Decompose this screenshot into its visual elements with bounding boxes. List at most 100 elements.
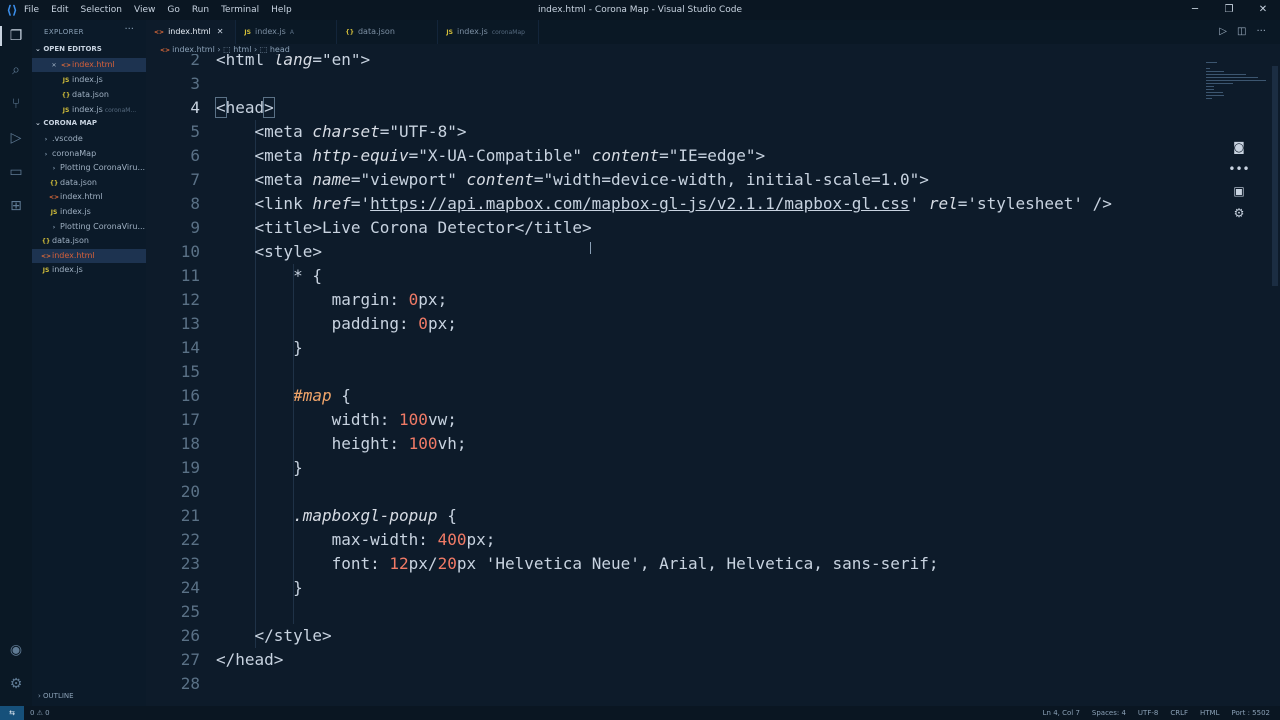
code-line[interactable]: 10 <style> bbox=[146, 240, 1202, 264]
open-editor-item[interactable]: JS index.js bbox=[32, 73, 146, 87]
close-window-icon[interactable]: ✕ bbox=[1246, 0, 1280, 20]
tree-item[interactable]: <>index.html bbox=[32, 248, 146, 263]
menu-edit[interactable]: Edit bbox=[51, 5, 68, 15]
source-control-icon[interactable]: ⑂ bbox=[6, 94, 26, 114]
tree-item[interactable]: › .vscode bbox=[32, 132, 146, 146]
code-line[interactable]: 8 <link href='https://api.mapbox.com/map… bbox=[146, 192, 1202, 216]
code-line[interactable]: 18 height: 100vh; bbox=[146, 432, 1202, 456]
menu-help[interactable]: Help bbox=[271, 5, 292, 15]
minimap-line bbox=[1206, 98, 1213, 99]
outline-header[interactable]: › OUTLINE bbox=[38, 692, 74, 700]
remote-icon[interactable]: ⇆ bbox=[0, 706, 24, 720]
live-server-port[interactable]: Port : 5502 bbox=[1232, 706, 1271, 720]
code-line[interactable]: 12 margin: 0px; bbox=[146, 288, 1202, 312]
image-icon[interactable]: ▣ bbox=[1228, 184, 1250, 206]
html-file-icon: <> bbox=[154, 29, 165, 36]
js-file-icon: JS bbox=[42, 267, 50, 275]
scrollbar-thumb[interactable] bbox=[1272, 66, 1278, 286]
code-line[interactable]: 19 } bbox=[146, 456, 1202, 480]
tree-item[interactable]: JS index.js bbox=[32, 263, 146, 277]
problems-indicator[interactable]: 0 ⚠ 0 bbox=[30, 706, 50, 720]
close-tab-icon[interactable]: ✕ bbox=[217, 27, 224, 36]
indentation[interactable]: Spaces: 4 bbox=[1092, 706, 1126, 720]
tree-item[interactable]: {} data.json bbox=[32, 234, 146, 248]
code-line[interactable]: 7 <meta name="viewport" content="width=d… bbox=[146, 168, 1202, 192]
menu-terminal[interactable]: Terminal bbox=[221, 5, 259, 15]
code-line[interactable]: 17 width: 100vw; bbox=[146, 408, 1202, 432]
line-number: 9 bbox=[190, 218, 200, 237]
menu-view[interactable]: View bbox=[134, 5, 155, 15]
open-editor-item[interactable]: {} data.json bbox=[32, 88, 146, 102]
open-editors-header[interactable]: ⌄ OPEN EDITORS bbox=[35, 45, 102, 53]
settings-gear-icon[interactable]: ⚙ bbox=[6, 674, 26, 694]
code-line[interactable]: 20 bbox=[146, 480, 1202, 504]
breadcrumb-item[interactable]: html bbox=[233, 45, 251, 54]
camera-icon[interactable]: ◙ bbox=[1228, 140, 1250, 162]
tab-data-json[interactable]: {} data.json bbox=[337, 20, 439, 44]
tree-item[interactable]: JS index.js bbox=[32, 205, 146, 219]
language-mode[interactable]: HTML bbox=[1200, 706, 1219, 720]
code-line[interactable]: 28 bbox=[146, 672, 1202, 696]
restore-icon[interactable]: ❐ bbox=[1212, 0, 1246, 20]
vertical-scrollbar[interactable] bbox=[1270, 54, 1280, 706]
open-editor-item[interactable]: JS index.js coronaM... bbox=[32, 103, 146, 117]
code-line[interactable]: 15 bbox=[146, 360, 1202, 384]
open-editor-item[interactable]: ✕ <>index.html bbox=[32, 58, 146, 72]
code-line[interactable]: 5 <meta charset="UTF-8"> bbox=[146, 120, 1202, 144]
code-line[interactable]: 24 } bbox=[146, 576, 1202, 600]
code-line[interactable]: 9 <title>Live Corona Detector</title> bbox=[146, 216, 1202, 240]
tree-item[interactable]: <>index.html bbox=[32, 190, 146, 204]
tab-index-js[interactable]: JS index.js coronaMap bbox=[438, 20, 540, 44]
code-line[interactable]: 13 padding: 0px; bbox=[146, 312, 1202, 336]
encoding[interactable]: UTF-8 bbox=[1138, 706, 1158, 720]
split-editor-icon[interactable]: ◫ bbox=[1237, 26, 1246, 37]
run-debug-icon[interactable]: ▷ bbox=[6, 128, 26, 148]
tree-item[interactable]: › Plotting CoronaViru... bbox=[32, 161, 146, 175]
tree-item[interactable]: › coronaMap bbox=[32, 147, 146, 161]
menu-go[interactable]: Go bbox=[167, 5, 179, 15]
breadcrumb-item[interactable]: head bbox=[270, 45, 290, 54]
menu-file[interactable]: File bbox=[24, 5, 39, 15]
code-line[interactable]: 27 </head> bbox=[146, 648, 1202, 672]
tree-item[interactable]: › Plotting CoronaViru... bbox=[32, 220, 146, 234]
code-line[interactable]: 25 bbox=[146, 600, 1202, 624]
minimize-icon[interactable]: ─ bbox=[1178, 0, 1212, 20]
menu-run[interactable]: Run bbox=[192, 5, 209, 15]
gear-icon[interactable]: ⚙ bbox=[1228, 206, 1250, 228]
code-line[interactable]: 16 #map { bbox=[146, 384, 1202, 408]
code-line[interactable]: 3 bbox=[146, 72, 1202, 96]
line-number: 15 bbox=[180, 362, 200, 381]
tab-index-html[interactable]: <> index.html ✕ bbox=[146, 20, 237, 44]
run-icon[interactable]: ▷ bbox=[1219, 26, 1227, 37]
search-icon[interactable]: ⌕ bbox=[6, 60, 26, 80]
code-line[interactable]: 22 max-width: 400px; bbox=[146, 528, 1202, 552]
cursor-position[interactable]: Ln 4, Col 7 bbox=[1043, 706, 1080, 720]
code-text: } bbox=[216, 338, 303, 357]
menu-selection[interactable]: Selection bbox=[81, 5, 122, 15]
code-text: } bbox=[216, 578, 303, 597]
tab-index-js[interactable]: JS index.js A bbox=[236, 20, 338, 44]
code-line[interactable]: 6 <meta http-equiv="X-UA-Compatible" con… bbox=[146, 144, 1202, 168]
line-ending[interactable]: CRLF bbox=[1170, 706, 1188, 720]
code-line[interactable]: 23 font: 12px/20px 'Helvetica Neue', Ari… bbox=[146, 552, 1202, 576]
tree-item[interactable]: {} data.json bbox=[32, 176, 146, 190]
code-line[interactable]: 2 <html lang="en"> bbox=[146, 54, 1202, 72]
code-line[interactable]: 14 } bbox=[146, 336, 1202, 360]
code-line[interactable]: 11 * { bbox=[146, 264, 1202, 288]
project-header[interactable]: ⌄ CORONA MAP bbox=[35, 119, 97, 127]
more-icon[interactable]: ··· bbox=[1256, 26, 1266, 37]
line-number: 3 bbox=[190, 74, 200, 93]
account-icon[interactable]: ◉ bbox=[6, 640, 26, 660]
breadcrumb-item[interactable]: index.html bbox=[172, 45, 215, 54]
code-editor[interactable]: 2 <html lang="en"> 3 4 <head> 5 <meta charset… bbox=[146, 54, 1202, 706]
code-line[interactable]: 21 .mapboxgl-popup { bbox=[146, 504, 1202, 528]
extensions-icon[interactable]: ⊞ bbox=[6, 196, 26, 216]
ellipsis-icon[interactable]: ••• bbox=[1228, 162, 1250, 184]
code-text: font: 12px/20px 'Helvetica Neue', Arial,… bbox=[216, 554, 939, 573]
remote-explorer-icon[interactable]: ▭ bbox=[6, 162, 26, 182]
code-line[interactable]: 4 <head> bbox=[146, 96, 1202, 120]
close-icon[interactable]: ✕ bbox=[48, 59, 60, 72]
code-line[interactable]: 26 </style> bbox=[146, 624, 1202, 648]
explorer-icon[interactable]: ❐ bbox=[0, 26, 26, 46]
more-actions-icon[interactable]: ··· bbox=[124, 24, 134, 35]
